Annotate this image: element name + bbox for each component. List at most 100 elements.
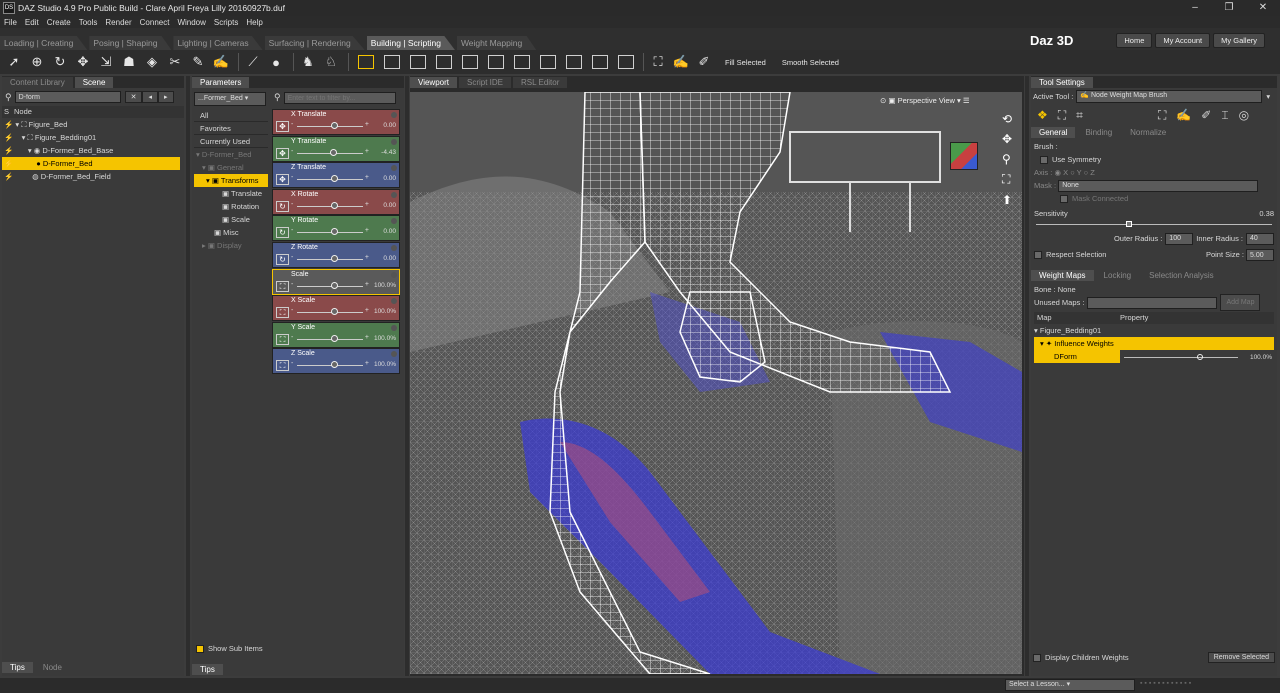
figure-tool-2-icon[interactable]: ♘	[321, 52, 341, 72]
zoom-icon[interactable]: ⚲	[1002, 152, 1012, 166]
layout-3-icon[interactable]	[410, 55, 426, 69]
slider-value[interactable]: 0.00	[383, 202, 396, 209]
layout-11-icon[interactable]	[618, 55, 634, 69]
slider-menu-icon[interactable]	[391, 245, 397, 251]
fill-selected-button[interactable]: Fill Selected	[725, 58, 766, 67]
tool-icon-6[interactable]: ✐	[1201, 108, 1211, 122]
category-display[interactable]: ▸ ▣ Display	[194, 239, 268, 252]
axis-z-radio[interactable]: ○ Z	[1084, 168, 1095, 177]
parameter-slider[interactable]: X Rotate ↻ - +0.00	[272, 188, 400, 215]
slider-track[interactable]	[297, 205, 363, 207]
param-tab-tips[interactable]: Tips	[192, 664, 223, 675]
slider-menu-icon[interactable]	[391, 298, 397, 305]
menu-help[interactable]: Help	[246, 18, 262, 27]
decrement-icon[interactable]: -	[291, 307, 293, 314]
slider-menu-icon[interactable]	[391, 138, 397, 145]
clear-search-button[interactable]: ✕	[124, 91, 143, 103]
tab-content-library[interactable]: Content Library	[2, 77, 73, 88]
scene-node-row[interactable]: ⚡ ▾ ⛶ Figure_Bedding01	[2, 131, 184, 144]
dolly-icon[interactable]: ⬆	[1002, 193, 1012, 207]
slider-knob[interactable]	[329, 148, 337, 156]
layout-5-icon[interactable]	[462, 55, 478, 69]
category-favorites[interactable]: Favorites	[194, 122, 268, 135]
decrement-icon[interactable]: -	[291, 148, 293, 155]
tool-icon-2[interactable]: ⛶	[1058, 108, 1066, 123]
slider-value[interactable]: 0.00	[383, 255, 396, 262]
my-gallery-button[interactable]: My Gallery	[1213, 32, 1265, 48]
active-tool-select[interactable]: ✍ Node Weight Map Brush	[1076, 89, 1263, 103]
decrement-icon[interactable]: -	[291, 334, 293, 341]
category-node[interactable]: ▾ D-Former_Bed	[194, 148, 268, 161]
menu-connect[interactable]: Connect	[140, 18, 170, 27]
decrement-icon[interactable]: -	[291, 121, 293, 128]
visibility-icon[interactable]: ⚡	[4, 133, 13, 142]
surface-tool-icon[interactable]: ◈	[142, 52, 162, 72]
tab-locking[interactable]: Locking	[1095, 270, 1140, 281]
tool-icon-3[interactable]: ⌗	[1076, 108, 1083, 123]
slider-track[interactable]	[297, 259, 363, 260]
view-cube[interactable]	[950, 142, 978, 170]
increment-icon[interactable]: +	[365, 254, 369, 261]
minimize-icon[interactable]: –	[1178, 0, 1212, 16]
menu-file[interactable]: File	[4, 18, 17, 27]
parameter-slider[interactable]: Y Rotate ↻ - +0.00	[272, 215, 400, 242]
mask-select[interactable]: None	[1058, 180, 1259, 193]
orbit-icon[interactable]: ⟲	[1002, 112, 1012, 126]
tab-loading-creating[interactable]: Loading | Creating	[0, 36, 88, 50]
respect-selection-checkbox[interactable]: Respect Selection	[1034, 248, 1106, 261]
tab-node[interactable]: Node	[34, 662, 70, 673]
tab-tool-settings[interactable]: Tool Settings	[1031, 77, 1093, 88]
category-all[interactable]: All	[194, 109, 268, 122]
slider-value[interactable]: 100.0%	[374, 308, 396, 315]
tab-viewport[interactable]: Viewport	[410, 77, 457, 88]
weight-paint-icon[interactable]: ✎	[188, 52, 208, 72]
parameter-slider[interactable]: Z Translate ✥ - +0.00	[272, 162, 400, 189]
scene-node-row[interactable]: ⚡ ◍ D-Former_Bed_Field	[2, 170, 184, 183]
tab-script-ide[interactable]: Script IDE	[458, 77, 511, 88]
layout-2-icon[interactable]	[384, 55, 400, 69]
tab-normalize[interactable]: Normalize	[1122, 127, 1175, 138]
close-icon[interactable]: ✕	[1246, 0, 1280, 16]
parameter-slider[interactable]: X Scale ⛶ - +100.0%	[272, 295, 400, 322]
menu-edit[interactable]: Edit	[25, 18, 39, 27]
decrement-icon[interactable]: -	[291, 281, 293, 288]
scene-search-input[interactable]	[14, 91, 121, 103]
tab-surfacing-rendering[interactable]: Surfacing | Rendering	[264, 36, 365, 50]
tool-icon-4[interactable]: ⛶	[1158, 108, 1166, 123]
visibility-icon[interactable]: ⚡	[4, 172, 13, 181]
universal-tool-icon[interactable]: ⊕	[27, 52, 47, 72]
inner-radius-input[interactable]	[1246, 232, 1274, 245]
increment-icon[interactable]: +	[365, 121, 369, 128]
category-rotation[interactable]: ▣ Rotation	[194, 200, 268, 213]
lesson-steps[interactable]: ▪ ▪ ▪ ▪ ▪ ▪ ▪ ▪ ▪ ▪ ▪ ▪	[1140, 680, 1191, 687]
weight-map-brush-icon[interactable]: ✍	[211, 52, 231, 72]
category-translate[interactable]: ▣ Translate	[194, 187, 268, 200]
node-weight-icon[interactable]: ●	[266, 52, 286, 72]
slider-value[interactable]: 100.0%	[374, 361, 396, 368]
slider-knob[interactable]	[331, 281, 338, 289]
remove-selected-button[interactable]: Remove Selected	[1207, 652, 1275, 663]
menu-window[interactable]: Window	[177, 18, 205, 27]
increment-icon[interactable]: +	[365, 174, 369, 181]
tab-scene[interactable]: Scene	[74, 77, 114, 88]
scene-node-row[interactable]: ⚡ ▾ ◉ D-Former_Bed_Base	[2, 144, 184, 157]
tab-selection-analysis[interactable]: Selection Analysis	[1141, 270, 1222, 281]
smooth-selected-button[interactable]: Smooth Selected	[782, 58, 839, 67]
scale-tool-icon[interactable]: ⇲	[96, 52, 116, 72]
menu-tools[interactable]: Tools	[79, 18, 98, 27]
parameter-slider[interactable]: Scale ⛶ - +100.0%	[272, 268, 400, 295]
single-view-icon[interactable]	[358, 55, 374, 69]
slider-track[interactable]	[297, 126, 363, 127]
mask-connected-checkbox[interactable]: Mask Connected	[1034, 192, 1274, 205]
tool-icon-5[interactable]: ✍	[1176, 108, 1191, 122]
slider-menu-icon[interactable]	[391, 351, 397, 358]
layout-9-icon[interactable]	[566, 55, 582, 69]
tree-figure[interactable]: ▾ Figure_Bedding01	[1034, 324, 1274, 337]
slider-menu-icon[interactable]	[391, 191, 397, 198]
slider-value[interactable]: 0.00	[383, 122, 396, 129]
layout-4-icon[interactable]	[436, 55, 452, 69]
increment-icon[interactable]: +	[365, 281, 369, 288]
figure-tool-icon[interactable]: ♞	[298, 52, 318, 72]
slider-value[interactable]: 0.00	[383, 228, 396, 235]
slider-value[interactable]: -4.43	[381, 149, 396, 156]
